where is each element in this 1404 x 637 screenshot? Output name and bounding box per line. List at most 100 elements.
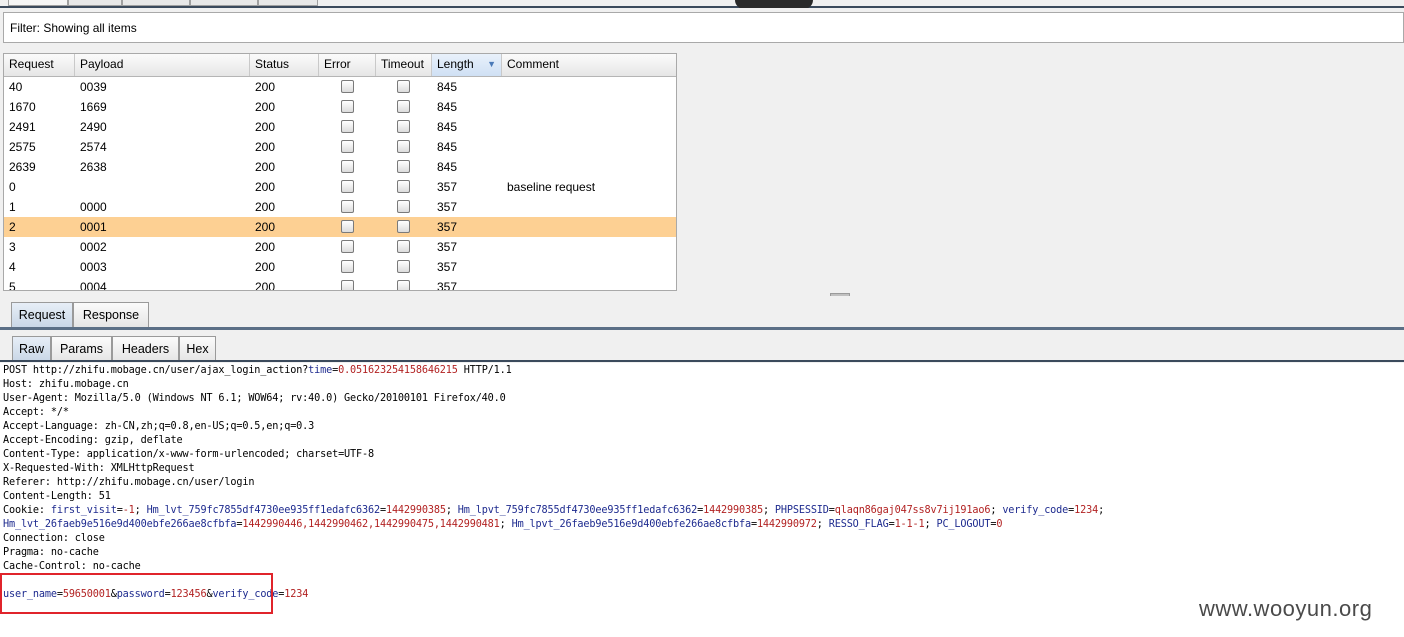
- error-checkbox[interactable]: [341, 260, 354, 273]
- cookie-key: first_visit: [50, 505, 117, 516]
- column-header-request[interactable]: Request: [4, 54, 75, 76]
- cell-length: 845: [437, 120, 458, 134]
- tab-request[interactable]: Request: [11, 302, 73, 328]
- column-label: Timeout: [381, 57, 424, 71]
- header-line: User-Agent: Mozilla/5.0 (Windows NT 6.1;…: [3, 393, 506, 404]
- cell-comment: [502, 277, 507, 290]
- highlight-annotation-box: [0, 573, 273, 614]
- timeout-checkbox[interactable]: [397, 180, 410, 193]
- sort-descending-icon: ▼: [487, 59, 496, 69]
- cookie-key: Hm_lvt_759fc7855df4730ee935ff1edafc6362: [146, 505, 381, 516]
- cell-payload: 0002: [80, 240, 107, 254]
- table-row[interactable]: 3 0002 200 357: [4, 237, 676, 257]
- cell-comment: [502, 117, 507, 137]
- timeout-checkbox[interactable]: [397, 220, 410, 233]
- tab-label: Response: [82, 308, 140, 322]
- top-tab-5[interactable]: [258, 0, 318, 6]
- top-tab-strip: [0, 0, 1404, 8]
- query-param-value: 0.051623254158646215: [338, 365, 458, 376]
- cell-length: 357: [437, 200, 458, 214]
- table-row[interactable]: 1 0000 200 357: [4, 197, 676, 217]
- timeout-checkbox[interactable]: [397, 120, 410, 133]
- http-protocol: HTTP/1.1: [457, 365, 512, 376]
- cell-length: 845: [437, 160, 458, 174]
- timeout-checkbox[interactable]: [397, 80, 410, 93]
- body-param-value: 1234: [284, 589, 309, 600]
- header-line: Host: zhifu.mobage.cn: [3, 379, 129, 390]
- tab-headers[interactable]: Headers: [112, 336, 179, 362]
- table-row[interactable]: 1670 1669 200 845: [4, 97, 676, 117]
- error-checkbox[interactable]: [341, 280, 354, 290]
- column-label: Error: [324, 57, 351, 71]
- table-row[interactable]: 2491 2490 200 845: [4, 117, 676, 137]
- table-row[interactable]: 2 0001 200 357: [4, 217, 676, 237]
- error-checkbox[interactable]: [341, 120, 354, 133]
- top-tab-1[interactable]: [8, 0, 68, 6]
- cell-payload: 2574: [80, 140, 107, 154]
- cell-comment: baseline request: [507, 180, 596, 194]
- top-tab-4[interactable]: [190, 0, 258, 6]
- cookie-key: Hm_lpvt_26faeb9e516e9d400ebfe266ae8cfbfa: [511, 519, 751, 530]
- error-checkbox[interactable]: [341, 220, 354, 233]
- tab-hex[interactable]: Hex: [179, 336, 216, 362]
- cell-comment: [502, 77, 507, 97]
- error-checkbox[interactable]: [341, 180, 354, 193]
- cookie-key: RESSO_FLAG: [828, 519, 889, 530]
- column-header-timeout[interactable]: Timeout: [376, 54, 432, 76]
- tab-response[interactable]: Response: [73, 302, 149, 328]
- request-url: http://zhifu.mobage.cn/user/ajax_login_a…: [32, 365, 309, 376]
- column-header-length[interactable]: Length ▼: [432, 54, 502, 76]
- cookie-value: -1: [122, 505, 135, 516]
- table-row[interactable]: 40 0039 200 845: [4, 77, 676, 97]
- cell-length: 845: [437, 100, 458, 114]
- timeout-checkbox[interactable]: [397, 160, 410, 173]
- cookie-value: 1442990972: [756, 519, 817, 530]
- table-row[interactable]: 4 0003 200 357: [4, 257, 676, 277]
- cookie-line: Cookie: first_visit=-1; Hm_lvt_759fc7855…: [3, 505, 1111, 516]
- timeout-checkbox[interactable]: [397, 280, 410, 290]
- tab-label: Hex: [186, 342, 209, 356]
- filter-bar[interactable]: Filter: Showing all items: [3, 12, 1404, 43]
- cell-request: 3: [9, 240, 16, 254]
- timeout-checkbox[interactable]: [397, 140, 410, 153]
- column-label: Length: [437, 57, 474, 71]
- error-checkbox[interactable]: [341, 100, 354, 113]
- table-row[interactable]: 0 200 357 baseline request: [4, 177, 676, 197]
- table-row[interactable]: 2639 2638 200 845: [4, 157, 676, 177]
- cell-payload: 0003: [80, 260, 107, 274]
- table-row[interactable]: 2575 2574 200 845: [4, 137, 676, 157]
- timeout-checkbox[interactable]: [397, 100, 410, 113]
- error-checkbox[interactable]: [341, 140, 354, 153]
- cell-request: 2639: [9, 160, 36, 174]
- error-checkbox[interactable]: [341, 200, 354, 213]
- filter-text: Filter: Showing all items: [10, 21, 137, 35]
- timeout-checkbox[interactable]: [397, 240, 410, 253]
- column-header-payload[interactable]: Payload: [75, 54, 250, 76]
- cell-status: 200: [255, 100, 276, 114]
- cell-comment: [502, 237, 507, 257]
- timeout-checkbox[interactable]: [397, 260, 410, 273]
- column-header-comment[interactable]: Comment: [502, 54, 676, 76]
- error-checkbox[interactable]: [341, 160, 354, 173]
- table-header: Request Payload Status Error Timeout Len…: [4, 54, 676, 77]
- tab-label: Params: [59, 342, 104, 356]
- tab-label: Request: [18, 308, 66, 322]
- tab-label: Headers: [121, 342, 170, 356]
- cookie-value: 1234: [1074, 505, 1099, 516]
- tab-raw[interactable]: Raw: [12, 336, 51, 362]
- column-header-status[interactable]: Status: [250, 54, 319, 76]
- cell-status: 200: [255, 260, 276, 274]
- table-row[interactable]: 5 0004 200 357: [4, 277, 676, 290]
- timeout-checkbox[interactable]: [397, 200, 410, 213]
- tab-params[interactable]: Params: [51, 336, 112, 362]
- column-header-error[interactable]: Error: [319, 54, 376, 76]
- error-checkbox[interactable]: [341, 240, 354, 253]
- tab-underline: [0, 360, 1404, 362]
- error-checkbox[interactable]: [341, 80, 354, 93]
- header-line: Pragma: no-cache: [3, 547, 99, 558]
- top-tab-2[interactable]: [68, 0, 122, 6]
- cell-request: 1670: [9, 100, 36, 114]
- top-tab-3[interactable]: [122, 0, 190, 6]
- cell-length: 357: [437, 260, 458, 274]
- cell-payload: [75, 177, 80, 197]
